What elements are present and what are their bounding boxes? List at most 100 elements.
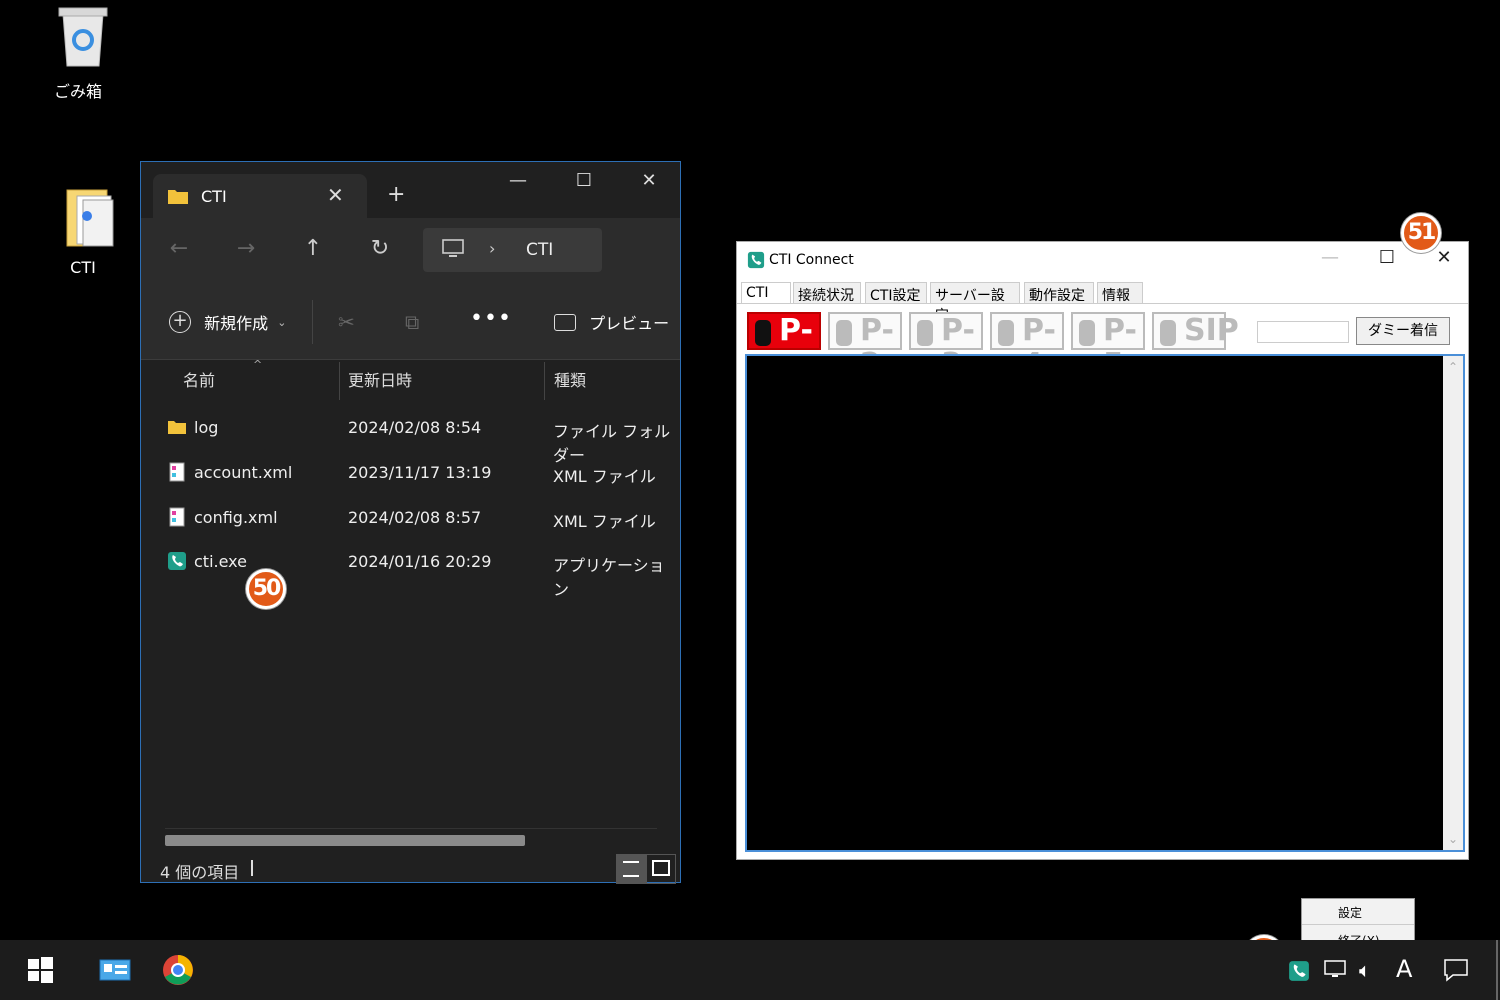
file-name: account.xml — [194, 463, 293, 482]
new-button-label: 新規作成 — [204, 314, 269, 333]
line-button-p2[interactable]: P-2 — [828, 312, 902, 382]
file-row[interactable]: config.xml 2024/02/08 8:57 XML ファイル — [141, 495, 680, 540]
details-view-button[interactable] — [616, 854, 646, 884]
line-button-p3[interactable]: P-3 — [909, 312, 983, 382]
tab-info[interactable]: 情報 — [1097, 282, 1143, 304]
line-button-p5[interactable]: P-5 — [1071, 312, 1145, 382]
line-button-p1[interactable]: P-1 — [747, 312, 821, 382]
horizontal-scrollbar[interactable] — [165, 835, 525, 846]
log-console[interactable]: ⌃ ⌄ — [745, 354, 1465, 852]
xml-file-icon — [169, 507, 185, 527]
new-button[interactable]: + 新規作成 ⌄ — [169, 310, 286, 334]
tab-connection-status[interactable]: 接続状況 — [793, 282, 861, 304]
new-tab-icon[interactable]: + — [387, 182, 405, 207]
minimize-icon[interactable]: — — [503, 170, 533, 191]
cti-folder-desktop[interactable]: CTI — [43, 186, 123, 277]
window-title: CTI Connect — [769, 252, 854, 268]
phone-app-icon — [168, 552, 186, 570]
refresh-icon[interactable]: ↻ — [365, 236, 395, 261]
control-panel-icon[interactable] — [99, 954, 131, 986]
more-icon[interactable]: ••• — [470, 306, 512, 331]
plus-circle-icon: + — [169, 311, 191, 333]
network-icon[interactable] — [1323, 958, 1349, 980]
column-header-type[interactable]: 種類 — [546, 360, 676, 400]
recycle-bin-label: ごみ箱 — [53, 82, 102, 101]
vertical-scrollbar[interactable]: ⌃ ⌄ — [1443, 356, 1463, 850]
file-name: cti.exe — [194, 552, 247, 571]
scroll-down-icon[interactable]: ⌄ — [1448, 832, 1458, 846]
explorer-titlebar: CTI ✕ + — ☐ ✕ — [141, 162, 680, 218]
explorer-tab[interactable]: CTI ✕ — [153, 174, 367, 218]
preview-button[interactable]: プレビュー — [554, 310, 669, 334]
scrollbar-track — [165, 828, 657, 829]
cti-tray-icon[interactable] — [1288, 960, 1310, 982]
copy-icon[interactable]: ⧉ — [405, 310, 419, 334]
file-type: アプリケーション — [553, 556, 665, 599]
file-row[interactable]: log 2024/02/08 8:54 ファイル フォルダー — [141, 405, 680, 465]
chevron-down-icon: ⌄ — [277, 315, 287, 329]
close-icon[interactable]: ✕ — [634, 170, 664, 191]
start-windows-icon[interactable] — [24, 954, 56, 986]
recycle-bin-icon — [58, 7, 108, 67]
tiles-view-icon — [652, 860, 670, 876]
status-item-count: 4 個の項目 — [160, 863, 240, 882]
plug-icon — [1160, 320, 1176, 346]
column-header-date[interactable]: 更新日時 — [340, 360, 544, 400]
tiles-view-button[interactable] — [646, 854, 676, 884]
text-cursor — [251, 860, 253, 876]
file-date: 2024/01/16 20:29 — [348, 552, 492, 571]
forward-icon[interactable]: → — [231, 236, 261, 261]
close-tab-icon[interactable]: ✕ — [327, 183, 344, 207]
breadcrumb[interactable]: CTI — [526, 240, 553, 260]
file-row[interactable]: cti.exe 2024/01/16 20:29 アプリケーション — [141, 539, 680, 599]
taskbar: 🔈︎ A — [0, 940, 1500, 1000]
show-desktop-strip[interactable] — [1496, 940, 1498, 1000]
dummy-call-button[interactable]: ダミー着信 — [1356, 317, 1450, 345]
folder-icon — [66, 189, 113, 247]
chevron-right-icon: › — [489, 239, 496, 258]
command-bar: + 新規作成 ⌄ ✂ ⧉ ••• プレビュー — [141, 284, 680, 360]
file-explorer-window: CTI ✕ + — ☐ ✕ ← → ↑ ↻ › CTI + 新規作成 ⌄ ✂ ⧉… — [140, 161, 681, 884]
phone-app-icon — [747, 251, 765, 269]
plug-icon — [917, 320, 933, 346]
notification-icon[interactable] — [1443, 958, 1469, 982]
file-row[interactable]: account.xml 2023/11/17 13:19 XML ファイル — [141, 450, 680, 495]
file-type: XML ファイル — [553, 512, 656, 531]
maximize-icon[interactable]: ☐ — [1367, 247, 1407, 268]
tab-behavior-settings[interactable]: 動作設定 — [1024, 282, 1094, 304]
up-icon[interactable]: ↑ — [298, 236, 328, 261]
line-button-sip[interactable]: SIP — [1152, 312, 1239, 350]
menu-item-settings[interactable]: 設定 — [1338, 904, 1362, 921]
scroll-up-icon[interactable]: ⌃ — [1448, 360, 1458, 374]
recycle-bin[interactable]: ごみ箱 — [38, 4, 118, 102]
minimize-icon[interactable]: — — [1310, 247, 1350, 268]
tab-server-settings[interactable]: サーバー設定 — [930, 282, 1020, 324]
file-date: 2024/02/08 8:57 — [348, 508, 482, 527]
file-type: XML ファイル — [553, 467, 656, 486]
line-label: SIP — [1184, 313, 1239, 348]
tab-title: CTI — [201, 187, 227, 206]
ime-icon[interactable]: A — [1396, 955, 1412, 983]
callout-badge-50: 50 — [246, 569, 286, 609]
line-button-p4[interactable]: P-4 — [990, 312, 1064, 382]
file-name: log — [194, 418, 219, 437]
volume-icon[interactable]: 🔈︎ — [1359, 958, 1371, 982]
dummy-number-input[interactable] — [1257, 321, 1349, 343]
preview-button-label: プレビュー — [589, 314, 670, 333]
explorer-navbar: ← → ↑ ↻ › CTI — [141, 218, 680, 284]
chrome-icon[interactable] — [162, 954, 194, 986]
cti-folder-label: CTI — [70, 258, 96, 277]
cti-connect-window: CTI Connect — ☐ ✕ CTI 接続状況 CTI設定 サーバー設定 … — [736, 241, 1469, 860]
plug-icon — [755, 320, 771, 346]
cut-icon[interactable]: ✂ — [338, 310, 355, 334]
address-bar[interactable]: › CTI — [423, 228, 602, 272]
back-icon[interactable]: ← — [164, 236, 194, 261]
file-name: config.xml — [194, 508, 278, 527]
tab-cti-settings[interactable]: CTI設定 — [865, 282, 927, 304]
maximize-icon[interactable]: ☐ — [569, 170, 599, 191]
xml-file-icon — [169, 462, 185, 482]
tab-cti[interactable]: CTI — [741, 282, 791, 304]
details-view-icon — [623, 861, 639, 877]
folder-icon — [168, 421, 186, 434]
column-header-name[interactable]: 名前 — [175, 360, 339, 400]
